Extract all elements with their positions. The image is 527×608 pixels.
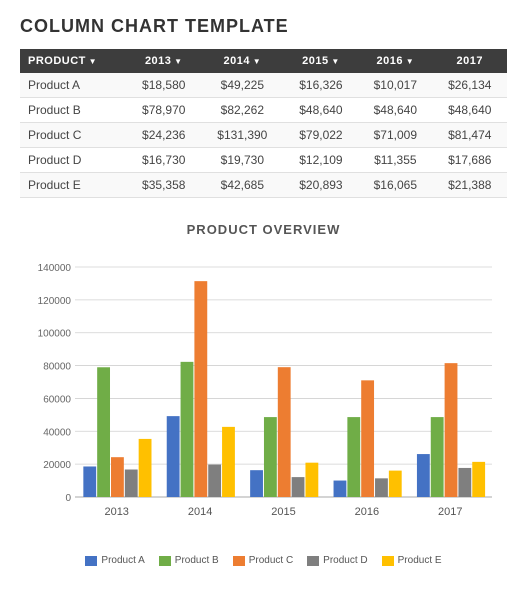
svg-text:2017: 2017 bbox=[438, 506, 462, 518]
svg-text:2014: 2014 bbox=[188, 506, 212, 518]
table-cell: $18,580 bbox=[127, 73, 201, 98]
legend-label: Product B bbox=[175, 555, 219, 566]
table-cell: $71,009 bbox=[358, 123, 432, 148]
svg-text:20000: 20000 bbox=[43, 460, 71, 471]
page-title: COLUMN CHART TEMPLATE bbox=[20, 16, 507, 37]
table-cell: $21,388 bbox=[433, 173, 507, 198]
legend-item-product-d: Product D bbox=[307, 555, 367, 566]
svg-text:40000: 40000 bbox=[43, 427, 71, 438]
svg-text:2013: 2013 bbox=[104, 506, 128, 518]
filter-icon[interactable]: ▼ bbox=[403, 57, 414, 66]
chart-title: PRODUCT OVERVIEW bbox=[20, 222, 507, 237]
table-header-2017: 2017 bbox=[433, 49, 507, 73]
legend-label: Product E bbox=[398, 555, 442, 566]
table-cell: $10,017 bbox=[358, 73, 432, 98]
legend-label: Product C bbox=[249, 555, 293, 566]
table-cell: $48,640 bbox=[358, 98, 432, 123]
table-cell: Product E bbox=[20, 173, 127, 198]
table-header-2015: 2015 ▼ bbox=[284, 49, 358, 73]
svg-text:0: 0 bbox=[65, 493, 71, 504]
data-table: PRODUCT ▼2013 ▼2014 ▼2015 ▼2016 ▼2017 Pr… bbox=[20, 49, 507, 198]
svg-text:2015: 2015 bbox=[271, 506, 295, 518]
filter-icon[interactable]: ▼ bbox=[250, 57, 261, 66]
table-cell: $49,225 bbox=[201, 73, 284, 98]
table-cell: Product A bbox=[20, 73, 127, 98]
svg-text:120000: 120000 bbox=[38, 296, 72, 307]
table-cell: Product D bbox=[20, 148, 127, 173]
table-row: Product B$78,970$82,262$48,640$48,640$48… bbox=[20, 98, 507, 123]
legend-color-box bbox=[307, 556, 319, 566]
table-cell: $24,236 bbox=[127, 123, 201, 148]
legend-color-box bbox=[85, 556, 97, 566]
table-cell: Product C bbox=[20, 123, 127, 148]
chart-container: 0 20000 40000 60000 80000 100000 120000 140000 2… bbox=[20, 247, 507, 547]
table-cell: $19,730 bbox=[201, 148, 284, 173]
svg-text:140000: 140000 bbox=[38, 263, 72, 274]
svg-text:60000: 60000 bbox=[43, 394, 71, 405]
legend-item-product-a: Product A bbox=[85, 555, 144, 566]
legend-label: Product D bbox=[323, 555, 367, 566]
filter-icon[interactable]: ▼ bbox=[86, 57, 97, 66]
table-row: Product E$35,358$42,685$20,893$16,065$21… bbox=[20, 173, 507, 198]
legend-color-box bbox=[382, 556, 394, 566]
svg-text:2016: 2016 bbox=[355, 506, 379, 518]
table-header-2013: 2013 ▼ bbox=[127, 49, 201, 73]
legend-color-box bbox=[159, 556, 171, 566]
table-cell: $81,474 bbox=[433, 123, 507, 148]
table-header-2016: 2016 ▼ bbox=[358, 49, 432, 73]
table-cell: $78,970 bbox=[127, 98, 201, 123]
table-header-2014: 2014 ▼ bbox=[201, 49, 284, 73]
filter-icon[interactable]: ▼ bbox=[329, 57, 340, 66]
legend-label: Product A bbox=[101, 555, 144, 566]
table-row: Product A$18,580$49,225$16,326$10,017$26… bbox=[20, 73, 507, 98]
table-row: Product C$24,236$131,390$79,022$71,009$8… bbox=[20, 123, 507, 148]
legend-item-product-b: Product B bbox=[159, 555, 219, 566]
bar-chart: 0 20000 40000 60000 80000 100000 120000 140000 2… bbox=[20, 247, 507, 547]
table-cell: $35,358 bbox=[127, 173, 201, 198]
table-cell: $48,640 bbox=[433, 98, 507, 123]
table-cell: $16,730 bbox=[127, 148, 201, 173]
table-cell: $48,640 bbox=[284, 98, 358, 123]
table-cell: $11,355 bbox=[358, 148, 432, 173]
svg-text:80000: 80000 bbox=[43, 362, 71, 373]
svg-text:100000: 100000 bbox=[38, 329, 72, 340]
table-cell: $16,065 bbox=[358, 173, 432, 198]
table-cell: $26,134 bbox=[433, 73, 507, 98]
table-cell: $20,893 bbox=[284, 173, 358, 198]
filter-icon[interactable]: ▼ bbox=[171, 57, 182, 66]
table-cell: $16,326 bbox=[284, 73, 358, 98]
table-cell: $17,686 bbox=[433, 148, 507, 173]
legend-item-product-c: Product C bbox=[233, 555, 293, 566]
table-cell: $42,685 bbox=[201, 173, 284, 198]
table-cell: $131,390 bbox=[201, 123, 284, 148]
table-cell: $82,262 bbox=[201, 98, 284, 123]
legend-item-product-e: Product E bbox=[382, 555, 442, 566]
legend-color-box bbox=[233, 556, 245, 566]
chart-legend: Product A Product B Product C Product D Prod… bbox=[20, 555, 507, 566]
table-cell: Product B bbox=[20, 98, 127, 123]
table-cell: $79,022 bbox=[284, 123, 358, 148]
table-cell: $12,109 bbox=[284, 148, 358, 173]
table-row: Product D$16,730$19,730$12,109$11,355$17… bbox=[20, 148, 507, 173]
table-header-product: PRODUCT ▼ bbox=[20, 49, 127, 73]
